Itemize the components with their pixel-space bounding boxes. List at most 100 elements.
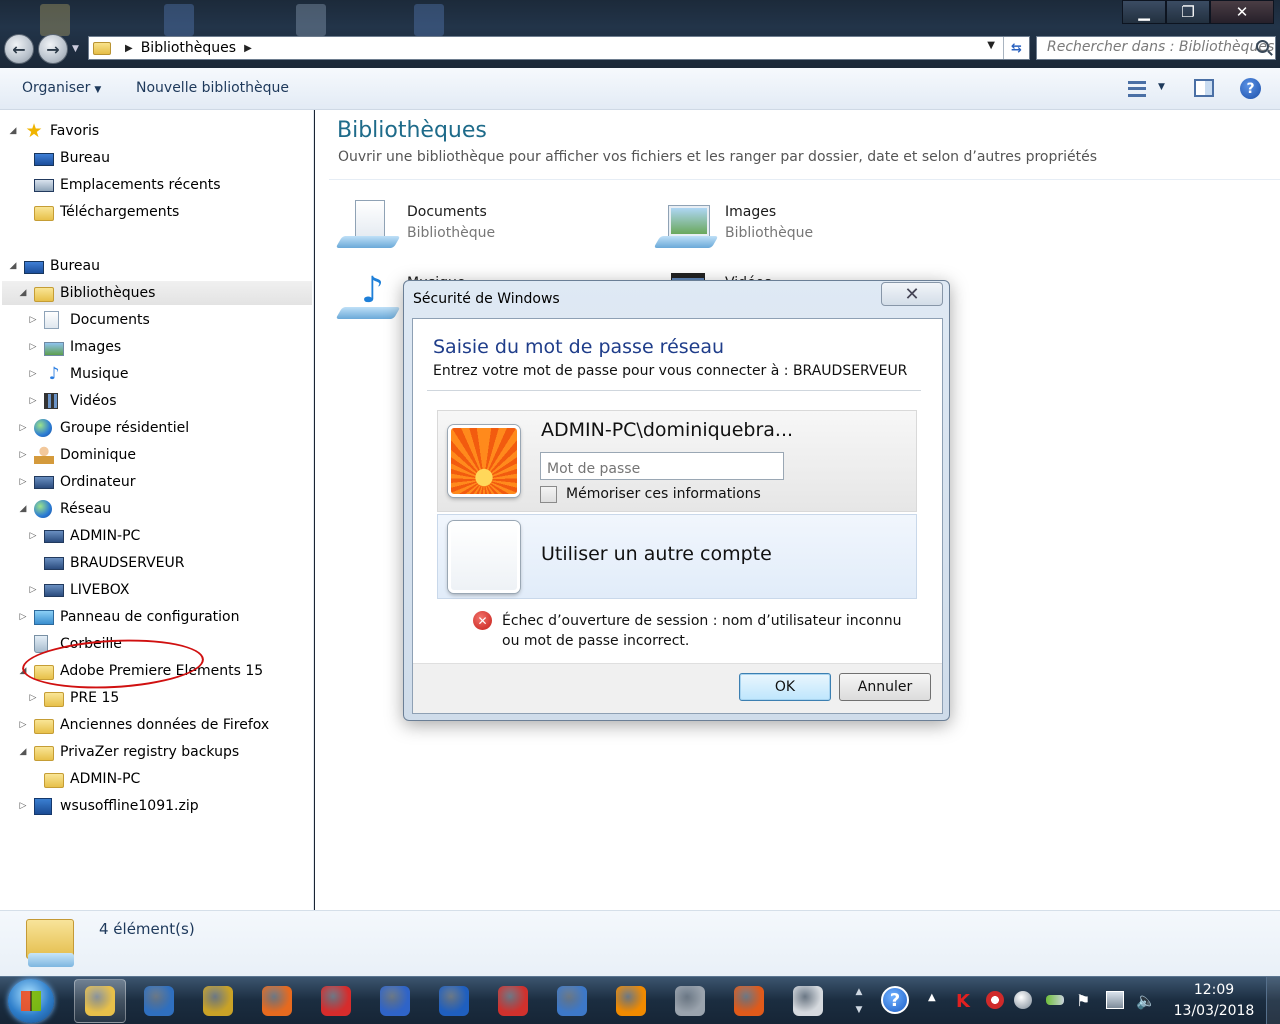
start-button[interactable] — [8, 979, 54, 1023]
nav-user-dominique[interactable]: ▷ Dominique — [18, 443, 136, 467]
close-button[interactable]: ✕ — [1210, 0, 1274, 24]
nav-favorites-bureau[interactable]: Bureau — [34, 146, 110, 170]
collapsed-arrow-icon[interactable]: ▷ — [28, 693, 38, 703]
collapsed-arrow-icon[interactable]: ▷ — [18, 450, 28, 460]
current-account-tile[interactable]: ADMIN-PC\dominiquebra... Mémoriser ces i… — [437, 410, 917, 512]
remember-label[interactable]: Mémoriser ces informations — [566, 486, 761, 502]
microphone-app-button[interactable] — [664, 979, 716, 1023]
nav-music[interactable]: ▷ ♪ Musique — [28, 362, 129, 386]
collapsed-arrow-icon[interactable]: ▷ — [28, 531, 38, 541]
nav-label: BRAUDSERVEUR — [70, 555, 185, 571]
kaspersky-tray-icon[interactable]: K — [956, 991, 974, 1012]
sync-tray-icon[interactable] — [986, 991, 1004, 1009]
collapsed-arrow-icon[interactable]: ▷ — [28, 396, 38, 406]
maximize-button[interactable]: ❐ — [1166, 0, 1210, 24]
nav-documents[interactable]: ▷ Documents — [28, 308, 150, 332]
refresh-icon[interactable]: ⇆ — [1003, 37, 1029, 59]
explorer-app-button[interactable] — [74, 979, 126, 1023]
nav-network[interactable]: ◢ Réseau — [18, 497, 111, 521]
nav-firefox-old-data[interactable]: ▷ Anciennes données de Firefox — [18, 713, 269, 737]
nav-libraries[interactable]: ◢ Bibliothèques — [2, 281, 312, 305]
remember-checkbox[interactable] — [540, 486, 557, 503]
minimize-button[interactable]: ▁ — [1122, 0, 1166, 24]
chevron-down-icon[interactable]: ▼ — [1158, 82, 1165, 92]
car-app-button[interactable] — [723, 979, 775, 1023]
library-images[interactable]: Images Bibliothèque — [649, 196, 929, 256]
nav-videos[interactable]: ▷ Vidéos — [28, 389, 117, 413]
thunderbird-app-button[interactable] — [133, 979, 185, 1023]
nav-computer[interactable]: ▷ Ordinateur — [18, 470, 136, 494]
nav-downloads[interactable]: Téléchargements — [34, 200, 179, 224]
breadcrumb-libraries[interactable]: Bibliothèques — [141, 40, 236, 56]
taskbar-scroll-arrows[interactable]: ▲ ▼ — [851, 983, 867, 1019]
clock-date[interactable]: 13/03/2018 — [1172, 1003, 1256, 1019]
collapsed-arrow-icon[interactable]: ▷ — [18, 801, 28, 811]
dialog-close-button[interactable]: ✕ — [881, 282, 943, 306]
network-globe-tray-icon[interactable] — [1014, 991, 1032, 1009]
coins-app-button[interactable] — [192, 979, 244, 1023]
collapsed-arrow-icon[interactable]: ▷ — [28, 342, 38, 352]
media-player-app-button[interactable] — [369, 979, 421, 1023]
collapsed-arrow-icon[interactable]: ▷ — [28, 315, 38, 325]
show-hidden-icons-icon[interactable]: ▲ — [928, 992, 936, 1003]
back-button[interactable]: ← — [4, 34, 34, 64]
volume-icon[interactable]: 🔈 — [1136, 991, 1156, 1010]
breadcrumb-separator-icon[interactable]: ▶ — [125, 43, 133, 54]
nav-images[interactable]: ▷ Images — [28, 335, 121, 359]
clock-time[interactable]: 12:09 — [1180, 982, 1248, 998]
nav-network-braudserveur[interactable]: BRAUDSERVEUR — [44, 551, 184, 575]
view-options-icon[interactable] — [1128, 81, 1146, 97]
collapsed-arrow-icon[interactable]: ▷ — [18, 477, 28, 487]
address-bar[interactable]: ▶ Bibliothèques ▶ ▼ ⇆ — [88, 36, 1030, 60]
nav-recent-places[interactable]: Emplacements récents — [34, 173, 221, 197]
forward-button[interactable]: → — [38, 34, 68, 64]
vlc-app-button[interactable] — [605, 979, 657, 1023]
nav-network-livebox[interactable]: ▷ LIVEBOX — [28, 578, 130, 602]
nav-network-admin-pc[interactable]: ▷ ADMIN-PC — [28, 524, 141, 548]
expanded-arrow-icon[interactable]: ◢ — [8, 261, 18, 271]
firefox-app-button[interactable] — [251, 979, 303, 1023]
bluetooth-app-button[interactable] — [428, 979, 480, 1023]
vivaldi-app-button[interactable] — [310, 979, 362, 1023]
collapsed-arrow-icon[interactable]: ▷ — [18, 720, 28, 730]
nav-wsusoffline-zip[interactable]: ▷ wsusoffline1091.zip — [18, 794, 199, 818]
new-library-button[interactable]: Nouvelle bibliothèque — [136, 80, 289, 96]
folder-icon — [34, 718, 54, 734]
collapsed-arrow-icon[interactable]: ▷ — [28, 585, 38, 595]
address-dropdown-icon[interactable]: ▼ — [987, 40, 995, 51]
remote-desktop-app-button[interactable] — [546, 979, 598, 1023]
recent-pages-dropdown[interactable]: ▼ — [72, 44, 79, 54]
expanded-arrow-icon[interactable]: ◢ — [18, 288, 28, 298]
power-app-button[interactable] — [487, 979, 539, 1023]
collapsed-arrow-icon[interactable]: ▷ — [18, 423, 28, 433]
library-documents[interactable]: Documents Bibliothèque — [331, 196, 611, 256]
collapsed-arrow-icon[interactable]: ▷ — [28, 369, 38, 379]
expanded-arrow-icon[interactable]: ◢ — [18, 747, 28, 757]
nav-privazer-backups[interactable]: ◢ PrivaZer registry backups — [18, 740, 239, 764]
help-icon[interactable]: ? — [1240, 78, 1261, 99]
ok-button[interactable]: OK — [739, 673, 831, 701]
hardware-tray-icon[interactable] — [1046, 995, 1064, 1005]
password-field[interactable] — [540, 452, 784, 480]
nav-control-panel[interactable]: ▷ Panneau de configuration — [18, 605, 240, 629]
breadcrumb-separator-icon[interactable]: ▶ — [244, 43, 252, 54]
expanded-arrow-icon[interactable]: ◢ — [18, 504, 28, 514]
collapsed-arrow-icon[interactable]: ▷ — [18, 612, 28, 622]
search-icon[interactable] — [1256, 40, 1269, 53]
search-input[interactable]: Rechercher dans : Bibliothèques — [1036, 36, 1276, 60]
action-center-flag-icon[interactable]: ⚑ — [1076, 991, 1094, 1010]
nav-pre15[interactable]: ▷ PRE 15 — [28, 686, 119, 710]
show-desktop-button[interactable] — [1266, 977, 1280, 1024]
nav-favorites[interactable]: ◢ ★ Favoris — [8, 119, 100, 143]
nav-privazer-admin-pc[interactable]: ADMIN-PC — [44, 767, 140, 791]
nav-homegroup[interactable]: ▷ Groupe résidentiel — [18, 416, 189, 440]
preview-pane-icon[interactable] — [1194, 79, 1214, 97]
network-tray-icon[interactable] — [1106, 991, 1124, 1009]
expanded-arrow-icon[interactable]: ◢ — [8, 126, 18, 136]
organize-button[interactable]: Organiser ▼ — [22, 80, 101, 96]
nav-desktop[interactable]: ◢ Bureau — [8, 254, 100, 278]
other-account-tile[interactable]: Utiliser un autre compte — [437, 514, 917, 599]
help-tray-icon[interactable]: ? — [881, 986, 909, 1014]
cancel-button[interactable]: Annuler — [839, 673, 931, 701]
speaker-app-button[interactable] — [782, 979, 834, 1023]
